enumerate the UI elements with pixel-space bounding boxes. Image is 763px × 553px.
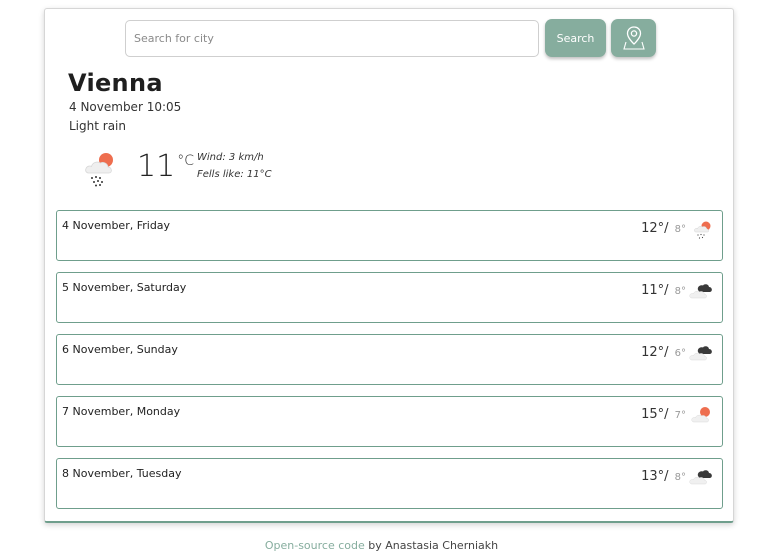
light-rain-sun-icon [81, 149, 121, 193]
map-pin-icon [622, 26, 645, 50]
light-rain-sun-icon [692, 219, 714, 245]
search-row: Search [125, 19, 656, 57]
search-input[interactable] [125, 19, 539, 57]
weather-card: Search Vienna 4 November 10:05 Light rai… [44, 8, 734, 523]
forecast-temps: 13°/ 8° [641, 469, 686, 484]
forecast-day: 4 November, Friday 12°/ 8° [56, 210, 723, 261]
current-temperature: 11 °C [137, 149, 194, 184]
footer-credit: by Anastasia Cherniakh [364, 539, 499, 552]
open-source-link[interactable]: Open-source code [265, 539, 365, 552]
weather-description: Light rain [69, 119, 126, 133]
current-datetime: 4 November 10:05 [69, 100, 182, 114]
search-button[interactable]: Search [545, 19, 606, 57]
temperature-value: 11 [137, 149, 176, 184]
cloudy-icon [688, 343, 714, 367]
forecast-max-temp: 13° [641, 469, 665, 484]
cloudy-icon [688, 281, 714, 305]
feels-like: Fells like: 11°C [197, 169, 272, 180]
forecast-day-label: 8 November, Tuesday [62, 467, 182, 480]
city-name: Vienna [68, 69, 163, 97]
forecast-day: 6 November, Sunday 12°/ 6° [56, 334, 723, 385]
forecast-day: 7 November, Monday 15°/ 7° [56, 396, 723, 447]
forecast-temps: 15°/ 7° [641, 407, 686, 422]
cloudy-icon [688, 467, 714, 491]
forecast-day-label: 5 November, Saturday [62, 281, 187, 294]
forecast-max-temp: 11° [641, 283, 665, 298]
forecast-min-temp: 8° [674, 472, 686, 483]
forecast-min-temp: 8° [674, 286, 686, 297]
current-location-button[interactable] [611, 19, 656, 57]
partly-cloudy-icon [690, 405, 714, 429]
forecast-list: 4 November, Friday 12°/ 8° 5 November, Sat… [56, 210, 723, 520]
forecast-temps: 11°/ 8° [641, 283, 686, 298]
forecast-day-label: 4 November, Friday [62, 219, 171, 232]
forecast-day: 5 November, Saturday 11°/ 8° [56, 272, 723, 323]
forecast-min-temp: 8° [674, 224, 686, 235]
temperature-unit: °C [177, 153, 194, 169]
forecast-day-label: 6 November, Sunday [62, 343, 178, 356]
wind-speed: Wind: 3 km/h [197, 152, 264, 163]
forecast-min-temp: 7° [674, 410, 686, 421]
forecast-max-temp: 15° [641, 407, 665, 422]
footer: Open-source code by Anastasia Cherniakh [0, 539, 763, 552]
forecast-min-temp: 6° [674, 348, 686, 359]
forecast-max-temp: 12° [641, 221, 665, 236]
forecast-day: 8 November, Tuesday 13°/ 8° [56, 458, 723, 509]
forecast-max-temp: 12° [641, 345, 665, 360]
forecast-day-label: 7 November, Monday [62, 405, 181, 418]
forecast-temps: 12°/ 8° [641, 221, 686, 236]
forecast-temps: 12°/ 6° [641, 345, 686, 360]
